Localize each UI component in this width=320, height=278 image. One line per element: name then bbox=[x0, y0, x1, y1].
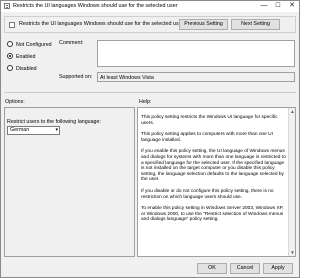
help-paragraph: This policy setting applies to computers… bbox=[141, 132, 273, 143]
language-select-value: German bbox=[10, 127, 30, 133]
help-paragraph: If you enable this policy setting, the U… bbox=[141, 149, 286, 183]
help-paragraph: If you disable or do not configure this … bbox=[141, 188, 274, 200]
options-heading: Options: bbox=[5, 99, 25, 105]
previous-setting-button[interactable]: Previous Setting bbox=[179, 19, 228, 30]
scroll-down-icon[interactable]: ▼ bbox=[289, 249, 296, 256]
help-heading: Help: bbox=[139, 99, 152, 105]
comment-textarea[interactable] bbox=[97, 40, 295, 67]
help-text: This policy setting restricts the Window… bbox=[141, 115, 286, 229]
supported-on-field: At least Windows Vista bbox=[97, 72, 295, 82]
minimize-button[interactable]: — bbox=[257, 1, 271, 12]
language-select[interactable]: German ▾ bbox=[7, 126, 60, 135]
policy-icon bbox=[9, 22, 15, 28]
radio-circle[interactable] bbox=[7, 65, 13, 71]
radio-enabled[interactable]: Enabled bbox=[7, 53, 35, 60]
window-title: Restricts the UI languages Windows shoul… bbox=[13, 3, 178, 9]
help-scrollbar[interactable]: ▲ ▼ bbox=[288, 108, 295, 256]
ok-button[interactable]: OK bbox=[197, 263, 227, 274]
radio-label: Enabled bbox=[16, 54, 36, 60]
apply-button[interactable]: Apply bbox=[263, 263, 293, 274]
radio-label: Disabled bbox=[16, 66, 37, 72]
radio-disabled[interactable]: Disabled bbox=[7, 65, 37, 72]
language-field-label: Restrict users to the following language… bbox=[7, 119, 101, 125]
chevron-down-icon[interactable]: ▾ bbox=[55, 127, 58, 134]
next-setting-button[interactable]: Next Setting bbox=[231, 19, 280, 30]
radio-circle[interactable] bbox=[7, 53, 13, 59]
title-bar: Restricts the UI languages Windows shoul… bbox=[1, 1, 299, 12]
help-paragraph: This policy setting restricts the Window… bbox=[141, 115, 278, 126]
radio-circle[interactable] bbox=[7, 41, 13, 47]
radio-not-configured[interactable]: Not Configured bbox=[7, 41, 52, 48]
policy-icon bbox=[4, 3, 10, 9]
cancel-button[interactable]: Cancel bbox=[230, 263, 260, 274]
comment-label: Comment: bbox=[59, 40, 84, 46]
setting-title: Restricts the UI languages Windows shoul… bbox=[19, 21, 184, 27]
policy-dialog-window: Restricts the UI languages Windows shoul… bbox=[0, 0, 300, 278]
help-paragraph: To enable this policy setting in Windows… bbox=[141, 206, 284, 223]
divider bbox=[4, 92, 296, 93]
supported-on-label: Supported on: bbox=[59, 74, 93, 80]
close-button[interactable]: ✕ bbox=[285, 1, 299, 12]
maximize-button[interactable]: ☐ bbox=[271, 1, 285, 12]
radio-label: Not Configured bbox=[16, 42, 52, 48]
scroll-up-icon[interactable]: ▲ bbox=[289, 108, 296, 115]
